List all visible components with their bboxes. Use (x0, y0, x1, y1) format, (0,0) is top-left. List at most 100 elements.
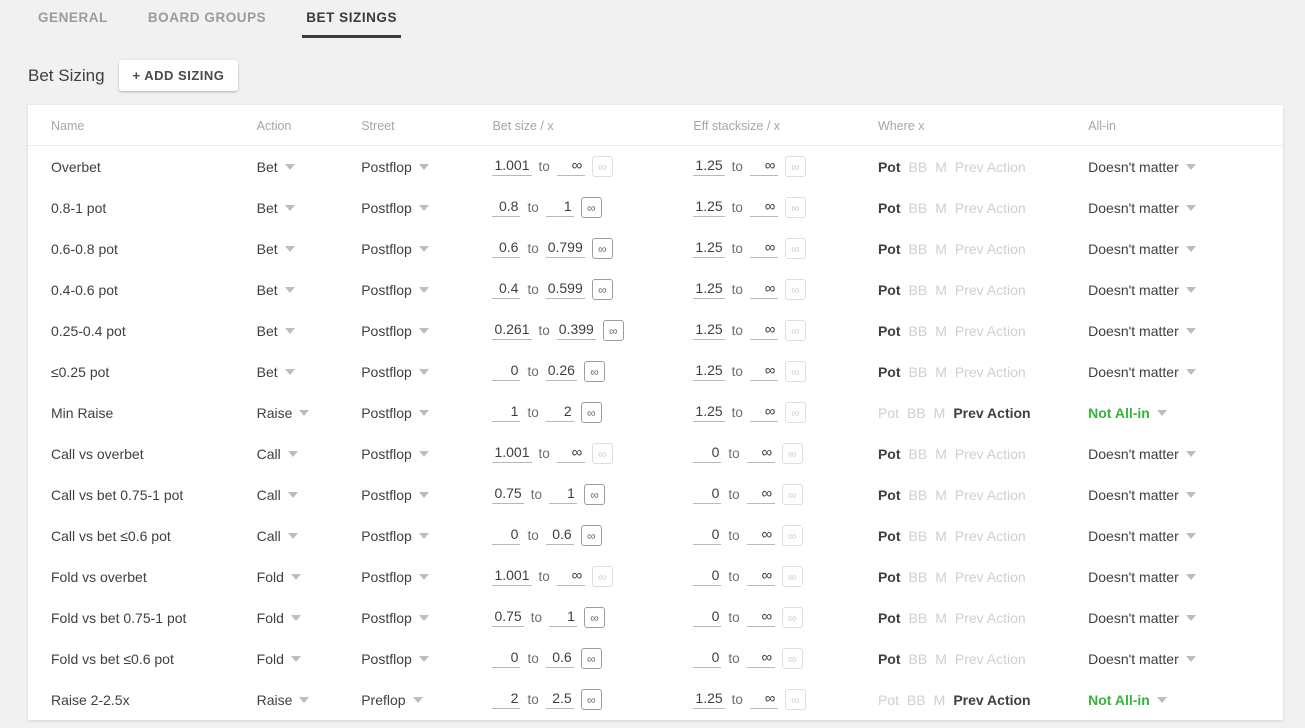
street-select[interactable]: Postflop (361, 487, 429, 503)
action-select[interactable]: Bet (257, 364, 295, 380)
all-in-select[interactable]: Doesn't matter (1088, 364, 1196, 380)
where-option-m[interactable]: M (935, 200, 947, 216)
bet-size-infinity-toggle[interactable]: ∞ (583, 484, 605, 505)
action-select[interactable]: Fold (257, 651, 301, 667)
where-option-bb[interactable]: BB (909, 651, 928, 667)
eff-stacksize-from-input[interactable]: 0 (693, 567, 722, 586)
where-option-bb[interactable]: BB (909, 569, 928, 585)
bet-size-to-input[interactable]: 2.5 (545, 690, 574, 709)
bet-size-from-input[interactable]: 1.001 (492, 567, 532, 586)
bet-size-from-input[interactable]: 1 (492, 403, 521, 422)
where-option-pot[interactable]: Pot (878, 446, 901, 462)
bet-size-from-input[interactable]: 0.4 (492, 280, 521, 299)
action-select[interactable]: Call (257, 446, 298, 462)
action-select[interactable]: Bet (257, 282, 295, 298)
street-select[interactable]: Postflop (361, 159, 429, 175)
where-option-bb[interactable]: BB (907, 405, 926, 421)
where-option-pot[interactable]: Pot (878, 487, 901, 503)
bet-size-infinity-toggle[interactable]: ∞ (580, 402, 602, 423)
bet-size-to-input[interactable]: 1 (548, 485, 577, 504)
all-in-select[interactable]: Not All-in (1088, 405, 1167, 421)
where-option-prev-action[interactable]: Prev Action (955, 651, 1026, 667)
bet-size-infinity-toggle[interactable]: ∞ (591, 238, 613, 259)
where-option-pot[interactable]: Pot (878, 569, 901, 585)
bet-size-from-input[interactable]: 2 (492, 690, 521, 709)
all-in-select[interactable]: Doesn't matter (1088, 610, 1196, 626)
where-option-pot[interactable]: Pot (878, 364, 901, 380)
bet-size-from-input[interactable]: 0.261 (492, 321, 532, 340)
where-option-prev-action[interactable]: Prev Action (955, 610, 1026, 626)
all-in-select[interactable]: Doesn't matter (1088, 446, 1196, 462)
where-option-prev-action[interactable]: Prev Action (955, 323, 1026, 339)
eff-stacksize-to-input[interactable]: ∞ (746, 526, 775, 545)
where-option-pot[interactable]: Pot (878, 323, 901, 339)
where-option-prev-action[interactable]: Prev Action (953, 405, 1030, 421)
bet-size-infinity-toggle[interactable]: ∞ (602, 320, 624, 341)
eff-stacksize-infinity-toggle[interactable]: ∞ (781, 566, 803, 587)
eff-stacksize-to-input[interactable]: ∞ (746, 567, 775, 586)
add-sizing-button[interactable]: + ADD SIZING (118, 60, 239, 91)
all-in-select[interactable]: Doesn't matter (1088, 323, 1196, 339)
where-option-prev-action[interactable]: Prev Action (955, 159, 1026, 175)
eff-stacksize-from-input[interactable]: 0 (693, 649, 722, 668)
bet-size-from-input[interactable]: 0.75 (492, 608, 524, 627)
eff-stacksize-infinity-toggle[interactable]: ∞ (781, 607, 803, 628)
street-select[interactable]: Postflop (361, 364, 429, 380)
where-option-pot[interactable]: Pot (878, 241, 901, 257)
where-option-m[interactable]: M (935, 569, 947, 585)
where-option-m[interactable]: M (934, 405, 946, 421)
bet-size-infinity-toggle[interactable]: ∞ (591, 156, 613, 177)
eff-stacksize-to-input[interactable]: ∞ (749, 690, 778, 709)
eff-stacksize-from-input[interactable]: 1.25 (693, 403, 725, 422)
where-option-m[interactable]: M (935, 446, 947, 462)
tab-board-groups[interactable]: BOARD GROUPS (128, 0, 286, 44)
where-option-bb[interactable]: BB (909, 487, 928, 503)
bet-size-to-input[interactable]: 0.799 (545, 239, 585, 258)
tab-general[interactable]: GENERAL (18, 0, 128, 44)
where-option-prev-action[interactable]: Prev Action (955, 446, 1026, 462)
eff-stacksize-to-input[interactable]: ∞ (749, 198, 778, 217)
eff-stacksize-to-input[interactable]: ∞ (749, 239, 778, 258)
eff-stacksize-from-input[interactable]: 0 (693, 608, 722, 627)
eff-stacksize-to-input[interactable]: ∞ (746, 485, 775, 504)
all-in-select[interactable]: Not All-in (1088, 692, 1167, 708)
all-in-select[interactable]: Doesn't matter (1088, 528, 1196, 544)
where-option-bb[interactable]: BB (909, 364, 928, 380)
eff-stacksize-to-input[interactable]: ∞ (746, 649, 775, 668)
where-option-m[interactable]: M (935, 159, 947, 175)
bet-size-from-input[interactable]: 0.6 (492, 239, 521, 258)
bet-size-from-input[interactable]: 1.001 (492, 444, 532, 463)
eff-stacksize-from-input[interactable]: 1.25 (693, 239, 725, 258)
bet-size-from-input[interactable]: 0 (492, 526, 521, 545)
where-option-pot[interactable]: Pot (878, 282, 901, 298)
where-option-m[interactable]: M (935, 610, 947, 626)
eff-stacksize-to-input[interactable]: ∞ (746, 608, 775, 627)
eff-stacksize-infinity-toggle[interactable]: ∞ (784, 279, 806, 300)
all-in-select[interactable]: Doesn't matter (1088, 487, 1196, 503)
bet-size-infinity-toggle[interactable]: ∞ (591, 443, 613, 464)
where-option-prev-action[interactable]: Prev Action (955, 200, 1026, 216)
where-option-m[interactable]: M (935, 364, 947, 380)
where-option-bb[interactable]: BB (909, 200, 928, 216)
where-option-prev-action[interactable]: Prev Action (955, 282, 1026, 298)
where-option-m[interactable]: M (935, 487, 947, 503)
where-option-m[interactable]: M (935, 323, 947, 339)
bet-size-to-input[interactable]: 0.399 (556, 321, 596, 340)
all-in-select[interactable]: Doesn't matter (1088, 569, 1196, 585)
bet-size-to-input[interactable]: 0.26 (545, 362, 577, 381)
where-option-m[interactable]: M (935, 282, 947, 298)
where-option-prev-action[interactable]: Prev Action (955, 364, 1026, 380)
where-option-pot[interactable]: Pot (878, 692, 899, 708)
where-option-bb[interactable]: BB (909, 241, 928, 257)
tab-bet-sizings[interactable]: BET SIZINGS (286, 0, 417, 44)
all-in-select[interactable]: Doesn't matter (1088, 159, 1196, 175)
bet-size-to-input[interactable]: ∞ (556, 157, 585, 176)
bet-size-infinity-toggle[interactable]: ∞ (591, 279, 613, 300)
where-option-prev-action[interactable]: Prev Action (955, 487, 1026, 503)
eff-stacksize-to-input[interactable]: ∞ (746, 444, 775, 463)
street-select[interactable]: Preflop (361, 692, 423, 708)
eff-stacksize-to-input[interactable]: ∞ (749, 280, 778, 299)
eff-stacksize-from-input[interactable]: 0 (693, 485, 722, 504)
all-in-select[interactable]: Doesn't matter (1088, 241, 1196, 257)
all-in-select[interactable]: Doesn't matter (1088, 651, 1196, 667)
